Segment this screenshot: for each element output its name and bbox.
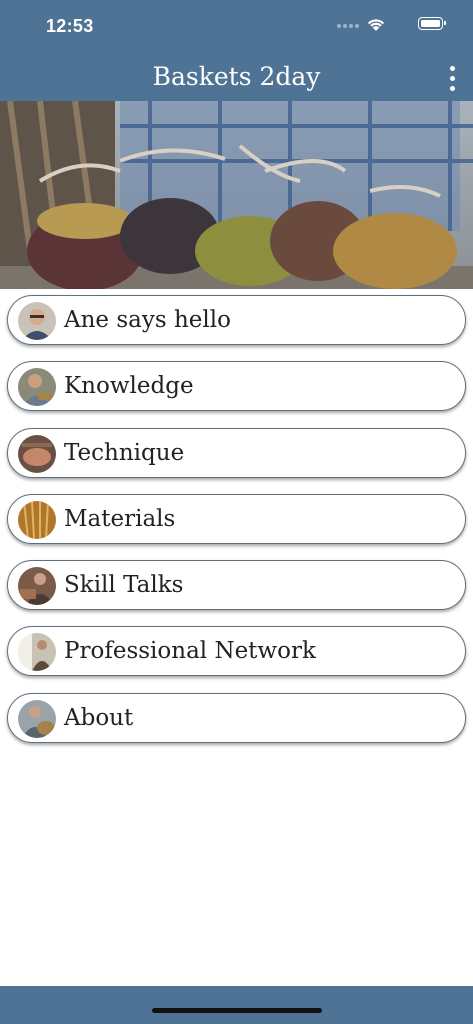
menu-item-professional-network[interactable]: Professional Network: [7, 626, 466, 677]
vertical-dots-icon[interactable]: [447, 66, 457, 92]
menu-item-materials[interactable]: Materials: [7, 493, 466, 544]
avatar: [18, 633, 56, 672]
home-indicator[interactable]: [152, 1008, 322, 1013]
status-time: 12:53: [46, 16, 94, 36]
menu-item-label: Professional Network: [64, 638, 316, 665]
avatar: [18, 500, 56, 539]
menu-list: Ane says hello Knowledge Technique Mater…: [7, 295, 466, 759]
avatar: [18, 368, 56, 407]
menu-item-technique[interactable]: Technique: [7, 427, 466, 478]
wifi-icon: [367, 19, 385, 31]
app-title: Baskets 2day: [152, 62, 321, 91]
menu-item-ane-says-hello[interactable]: Ane says hello: [7, 295, 466, 345]
menu-item-label: Technique: [64, 439, 185, 466]
avatar: [18, 699, 56, 738]
menu-item-about[interactable]: About: [7, 692, 466, 743]
menu-item-label: Skill Talks: [64, 572, 184, 599]
status-bar: 12:53: [0, 0, 473, 54]
app-header: 12:53 Baskets 2day: [0, 0, 473, 101]
menu-item-skill-talks[interactable]: Skill Talks: [7, 560, 466, 611]
avatar: [18, 567, 56, 606]
avatar: [18, 434, 56, 473]
signal-icon: [337, 24, 359, 30]
menu-item-knowledge[interactable]: Knowledge: [7, 361, 466, 412]
battery-icon: [418, 17, 446, 30]
bottom-bar: [0, 986, 473, 1024]
menu-item-label: Knowledge: [64, 373, 194, 400]
menu-item-label: Materials: [64, 505, 176, 532]
menu-item-label: About: [64, 704, 134, 731]
avatar: [18, 302, 56, 340]
menu-item-label: Ane says hello: [64, 307, 231, 333]
hero-baskets-image: [0, 101, 473, 289]
